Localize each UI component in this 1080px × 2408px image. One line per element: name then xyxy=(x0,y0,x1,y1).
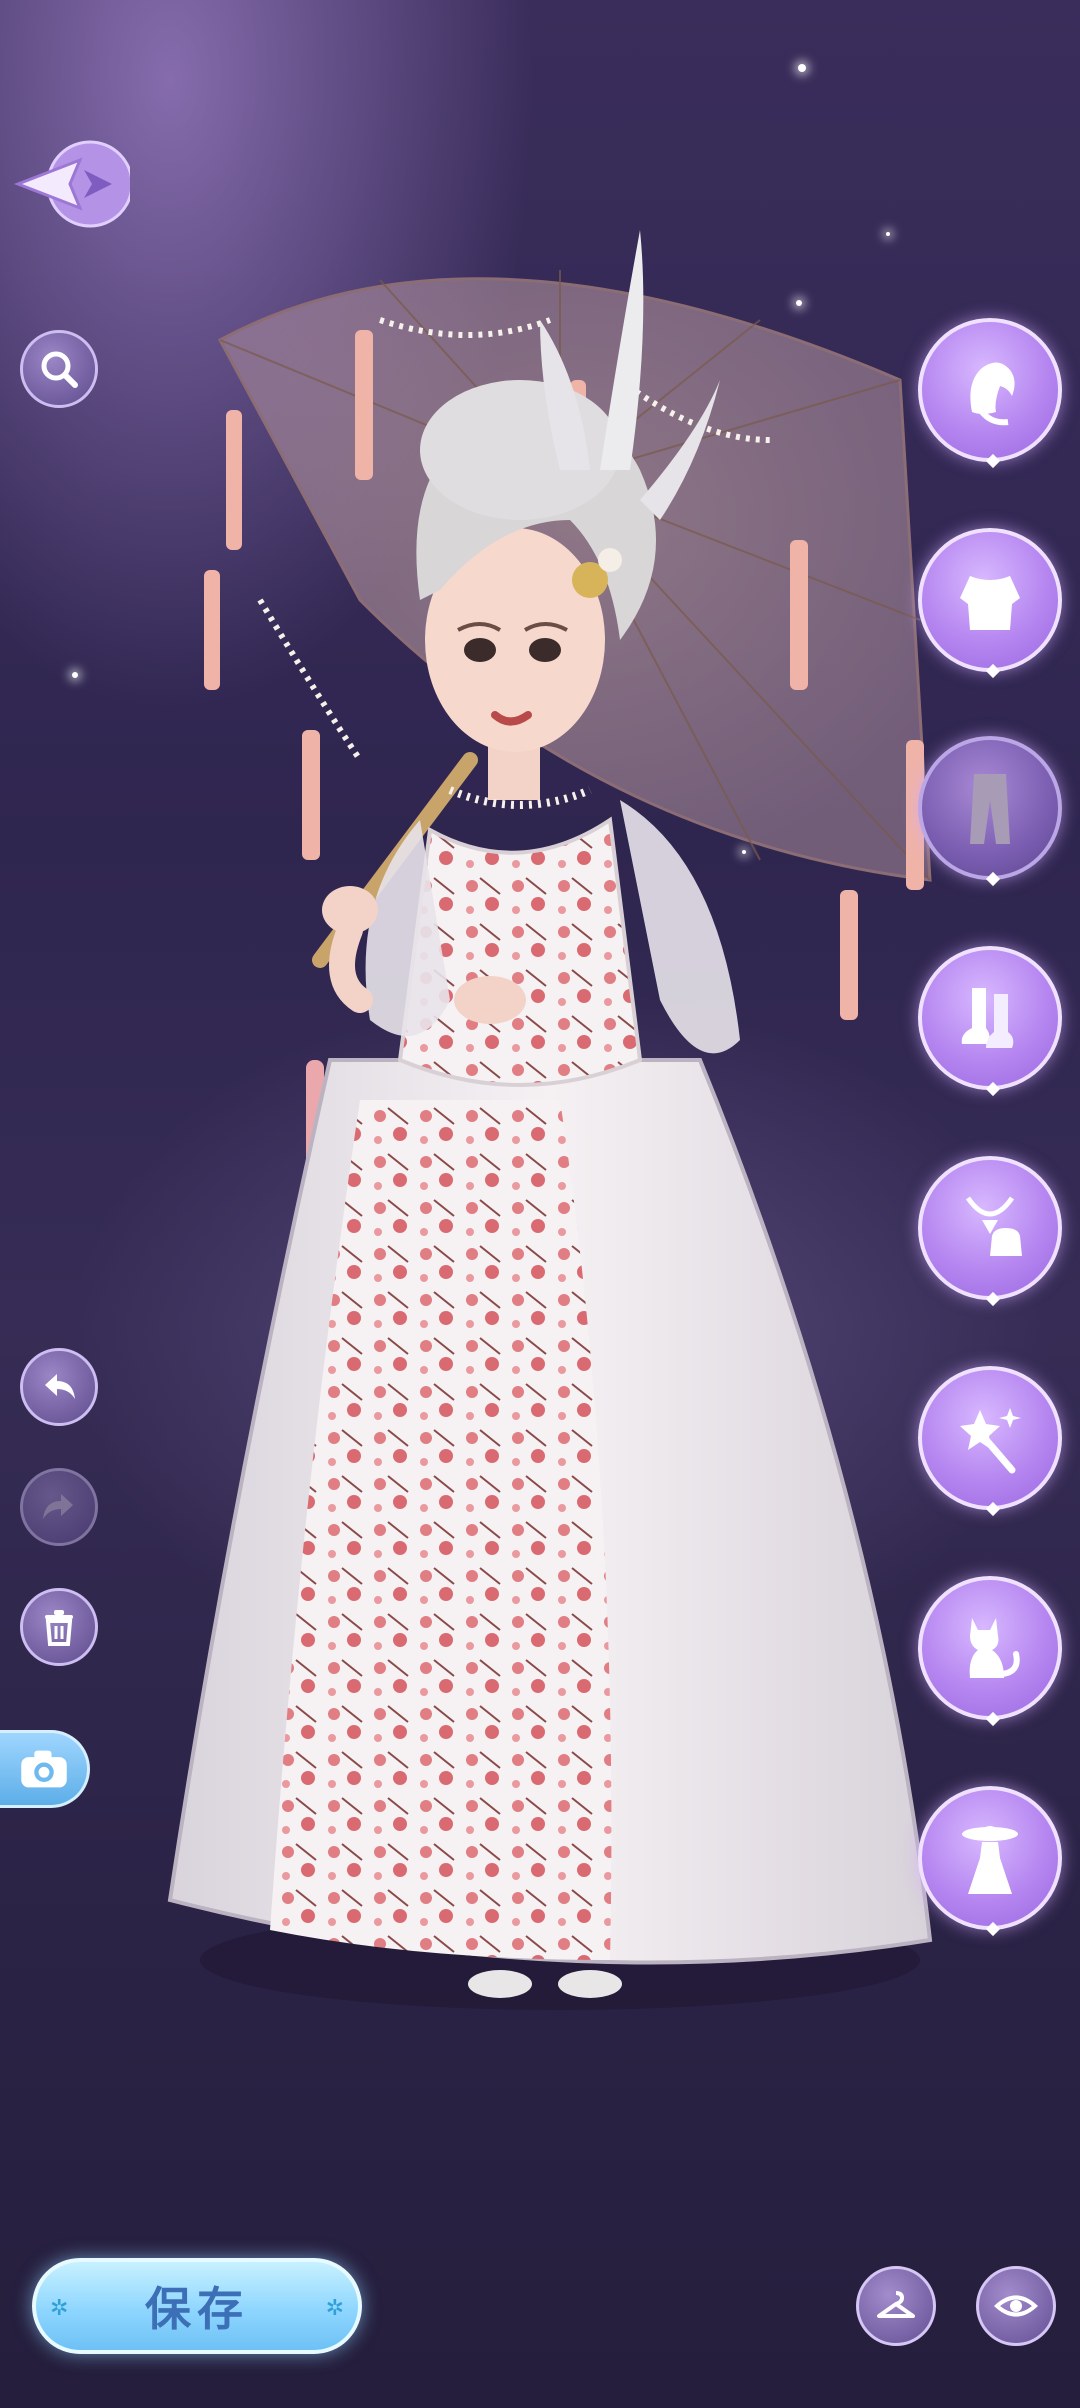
back-button[interactable] xyxy=(12,140,134,228)
pants-icon xyxy=(970,774,1010,844)
camera-button[interactable] xyxy=(0,1730,90,1808)
left-shoe xyxy=(468,1970,532,1998)
undo-icon xyxy=(45,1374,75,1399)
trash-icon xyxy=(45,1610,73,1646)
undo-button[interactable] xyxy=(20,1348,98,1426)
right-shoe xyxy=(558,1970,622,1998)
sparkle-icon: ✲ xyxy=(325,2296,344,2321)
full-outfit-icon xyxy=(962,1826,1018,1894)
eye-icon xyxy=(993,2295,1039,2317)
hanger-icon xyxy=(877,2291,915,2318)
camera-icon xyxy=(20,1750,67,1788)
magic-wand-icon xyxy=(960,1408,1021,1474)
search-icon xyxy=(41,351,78,388)
hairstyle-icon xyxy=(970,362,1015,426)
shoes-icon xyxy=(961,988,1014,1048)
category-outfit-button[interactable] xyxy=(918,1786,1062,1937)
category-pet-button[interactable] xyxy=(918,1576,1062,1727)
top-clothing-icon xyxy=(960,576,1020,630)
category-hair-button[interactable] xyxy=(918,318,1062,469)
category-bottom-button[interactable] xyxy=(918,736,1062,887)
category-top-button[interactable] xyxy=(918,528,1062,679)
character-scene[interactable] xyxy=(0,0,1080,2408)
right-sleeve xyxy=(620,800,740,1054)
redo-icon xyxy=(43,1494,73,1519)
search-button[interactable] xyxy=(20,330,98,408)
category-accessories-button[interactable] xyxy=(918,1156,1062,1307)
cat-icon xyxy=(969,1618,1020,1678)
sparkle-icon: ✲ xyxy=(50,2296,69,2321)
save-button-label: 保存 xyxy=(145,2282,249,2336)
delete-button[interactable] xyxy=(20,1588,98,1666)
wardrobe-button[interactable] xyxy=(856,2266,936,2346)
redo-button[interactable] xyxy=(20,1468,98,1546)
jewelry-bag-icon xyxy=(965,1196,1022,1256)
save-button[interactable]: ✲ 保存 ✲ xyxy=(32,2258,362,2354)
category-effects-button[interactable] xyxy=(918,1366,1062,1517)
back-arrow-icon xyxy=(13,157,83,211)
category-shoes-button[interactable] xyxy=(918,946,1062,1097)
preview-button[interactable] xyxy=(976,2266,1056,2346)
